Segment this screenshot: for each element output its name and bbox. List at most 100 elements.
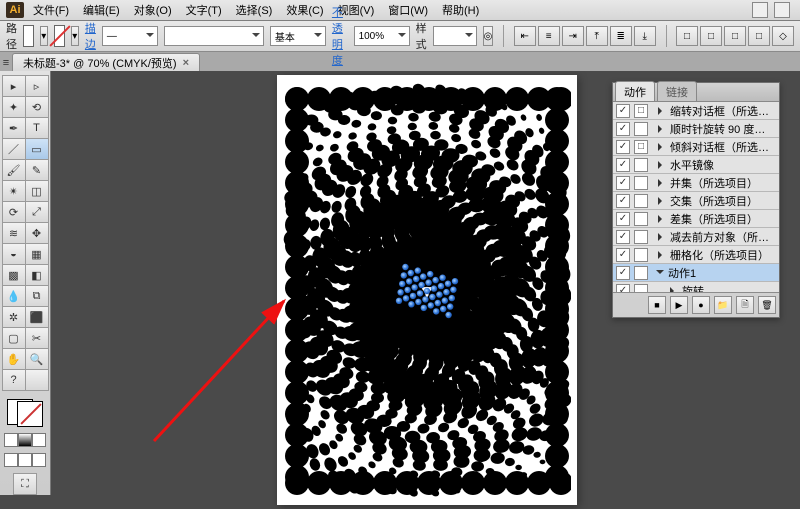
tool-rectangle[interactable]: ▭ <box>26 139 49 160</box>
actions-panel[interactable]: 动作 链接 □缩转对话框（所选项…顺时针旋转 90 度…□倾斜对话框（所选项…水… <box>612 82 780 318</box>
transform-w-icon[interactable]: □ <box>724 26 746 46</box>
close-tab-icon[interactable]: × <box>183 57 189 69</box>
action-toggle-dialog[interactable]: □ <box>634 104 648 118</box>
stroke-dropdown[interactable]: ▾ <box>71 26 79 46</box>
tool-blob-brush[interactable]: ✴ <box>2 181 26 202</box>
action-toggle-enabled[interactable] <box>616 104 630 118</box>
align-bottom-icon[interactable]: ⤓ <box>634 26 656 46</box>
action-row[interactable]: □倾斜对话框（所选项… <box>613 138 779 156</box>
disclosure-right-icon[interactable] <box>658 251 666 259</box>
action-toggle-dialog[interactable] <box>634 284 648 293</box>
brush-def-select[interactable] <box>164 26 264 46</box>
tool-artboard[interactable]: ▢ <box>2 328 26 349</box>
action-row[interactable]: 交集（所选项目） <box>613 192 779 210</box>
tool-mesh[interactable]: ▩ <box>2 265 26 286</box>
tool-column-graph[interactable]: ⬛ <box>26 307 49 328</box>
action-toggle-dialog[interactable] <box>634 176 648 190</box>
action-toggle-dialog[interactable] <box>634 194 648 208</box>
new-action-icon[interactable]: 🗎 <box>736 296 754 314</box>
tool-type[interactable]: T <box>26 118 49 139</box>
stroke-weight-select[interactable]: — <box>102 26 158 46</box>
record-action-icon[interactable]: ● <box>692 296 710 314</box>
action-toggle-enabled[interactable] <box>616 266 630 280</box>
tool-perspective[interactable]: ▦ <box>26 244 49 265</box>
action-toggle-dialog[interactable]: □ <box>634 140 648 154</box>
color-mode-gradient-icon[interactable] <box>18 433 32 447</box>
draw-behind-icon[interactable] <box>18 453 32 467</box>
tool-selection[interactable]: ▸ <box>2 75 26 97</box>
align-left-icon[interactable]: ⇤ <box>514 26 536 46</box>
disclosure-right-icon[interactable] <box>658 197 666 205</box>
disclosure-right-icon[interactable] <box>658 161 666 169</box>
align-top-icon[interactable]: ⤒ <box>586 26 608 46</box>
disclosure-right-icon[interactable] <box>658 107 666 115</box>
tool-free-transform[interactable]: ✥ <box>26 223 49 244</box>
action-toggle-enabled[interactable] <box>616 194 630 208</box>
tool-gradient[interactable]: ◧ <box>26 265 49 286</box>
tool-shape-builder[interactable]: ◒ <box>2 244 26 265</box>
action-toggle-enabled[interactable] <box>616 230 630 244</box>
draw-normal-icon[interactable] <box>4 453 18 467</box>
tool-slice[interactable]: ✂ <box>26 328 49 349</box>
action-toggle-enabled[interactable] <box>616 284 630 293</box>
transform-y-icon[interactable]: □ <box>700 26 722 46</box>
tool-line[interactable]: ／ <box>2 139 26 160</box>
menu-window[interactable]: 窗口(W) <box>383 0 433 20</box>
new-set-icon[interactable]: 📁 <box>714 296 732 314</box>
opacity-link[interactable]: 不透明度 <box>332 4 348 68</box>
screen-mode-button[interactable]: ⛶ <box>13 473 37 495</box>
action-row[interactable]: 旋转 <box>613 282 779 292</box>
transform-h-icon[interactable]: □ <box>748 26 770 46</box>
fill-swatch[interactable] <box>23 25 34 47</box>
stop-action-icon[interactable]: ■ <box>648 296 666 314</box>
action-row[interactable]: 水平镜像 <box>613 156 779 174</box>
align-vcenter-icon[interactable]: ≣ <box>610 26 632 46</box>
action-toggle-dialog[interactable] <box>634 158 648 172</box>
tool-zoom[interactable]: 🔍 <box>26 349 49 370</box>
action-row[interactable]: □缩转对话框（所选项… <box>613 102 779 120</box>
action-toggle-dialog[interactable] <box>634 266 648 280</box>
layout-dropdown-icon[interactable] <box>774 2 790 18</box>
tool-blend[interactable]: ⧉ <box>26 286 49 307</box>
action-toggle-enabled[interactable] <box>616 122 630 136</box>
style-select[interactable] <box>433 26 477 46</box>
action-toggle-enabled[interactable] <box>616 176 630 190</box>
action-toggle-dialog[interactable] <box>634 248 648 262</box>
disclosure-right-icon[interactable] <box>658 179 666 187</box>
align-right-icon[interactable]: ⇥ <box>562 26 584 46</box>
layout-essentials-icon[interactable] <box>752 2 768 18</box>
disclosure-right-icon[interactable] <box>670 287 678 293</box>
isolate-icon[interactable]: ◇ <box>772 26 794 46</box>
document-tab[interactable]: 未标题-3* @ 70% (CMYK/预览) × <box>12 53 200 72</box>
menu-effect[interactable]: 效果(C) <box>281 0 328 20</box>
action-row[interactable]: 减去前方对象（所选… <box>613 228 779 246</box>
action-toggle-enabled[interactable] <box>616 140 630 154</box>
tool-rotate[interactable]: ⟳ <box>2 202 26 223</box>
menu-object[interactable]: 对象(O) <box>129 0 177 20</box>
tool-scale[interactable]: ⤢ <box>26 202 49 223</box>
stroke-link[interactable]: 描边 <box>85 20 96 52</box>
action-toggle-dialog[interactable] <box>634 230 648 244</box>
tab-prev-icon[interactable]: ≡ <box>0 54 12 72</box>
action-toggle-enabled[interactable] <box>616 158 630 172</box>
tool-eraser[interactable]: ◫ <box>26 181 49 202</box>
tool-magic-wand[interactable]: ✦ <box>2 97 26 118</box>
align-hcenter-icon[interactable]: ≡ <box>538 26 560 46</box>
tool-paintbrush[interactable]: 🖌 <box>2 160 26 181</box>
tab-links[interactable]: 链接 <box>657 81 697 101</box>
tool-help[interactable]: ? <box>2 370 26 391</box>
transform-x-icon[interactable]: □ <box>676 26 698 46</box>
action-toggle-enabled[interactable] <box>616 248 630 262</box>
fill-dropdown[interactable]: ▾ <box>40 26 48 46</box>
action-toggle-dialog[interactable] <box>634 212 648 226</box>
action-toggle-enabled[interactable] <box>616 212 630 226</box>
disclosure-right-icon[interactable] <box>658 125 666 133</box>
color-mode-solid-icon[interactable] <box>4 433 18 447</box>
menu-edit[interactable]: 编辑(E) <box>78 0 125 20</box>
tool-symbol-sprayer[interactable]: ✲ <box>2 307 26 328</box>
action-row[interactable]: 顺时针旋转 90 度… <box>613 120 779 138</box>
tool-pencil[interactable]: ✎ <box>26 160 49 181</box>
tool-hand[interactable]: ✋ <box>2 349 26 370</box>
recolor-art-icon[interactable]: ◎ <box>483 26 494 46</box>
play-action-icon[interactable]: ▶ <box>670 296 688 314</box>
